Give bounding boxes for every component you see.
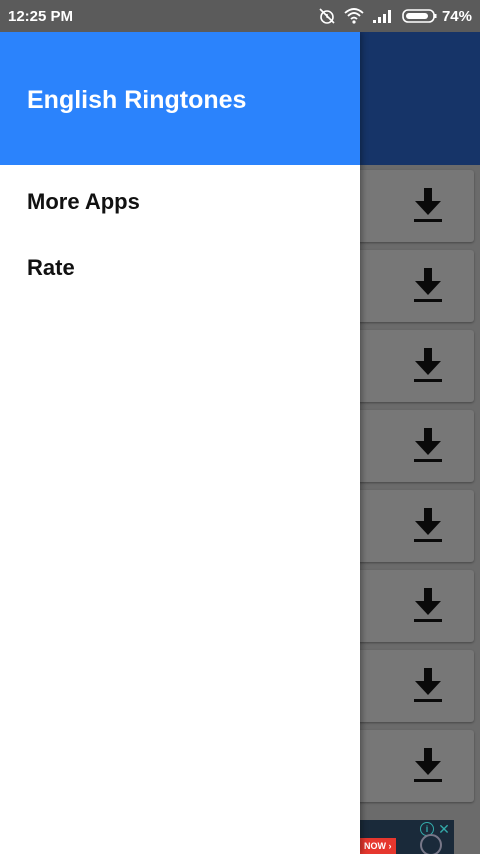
download-icon[interactable] <box>410 426 446 466</box>
signal-icon <box>372 8 394 24</box>
ad-cta[interactable]: NOW › <box>360 838 396 854</box>
status-bar: 12:25 PM 74% <box>0 0 480 32</box>
alarm-off-icon <box>318 7 336 25</box>
download-icon[interactable] <box>410 506 446 546</box>
drawer-title: English Ringtones <box>27 86 247 114</box>
download-icon[interactable] <box>410 586 446 626</box>
download-icon[interactable] <box>410 746 446 786</box>
ad-banner[interactable]: NOW › i ✕ <box>360 820 454 854</box>
battery-status: 74% <box>402 8 472 25</box>
menu-item-more-apps[interactable]: More Apps <box>0 169 360 235</box>
download-icon[interactable] <box>410 266 446 306</box>
menu-item-label: More Apps <box>27 189 140 214</box>
ad-play-icon <box>420 834 442 854</box>
battery-icon <box>402 9 437 23</box>
ad-close-icon[interactable]: ✕ <box>436 821 452 837</box>
download-icon[interactable] <box>410 346 446 386</box>
download-icon[interactable] <box>410 186 446 226</box>
drawer-header: English Ringtones <box>0 32 360 165</box>
status-icons: 74% <box>318 7 472 25</box>
menu-item-rate[interactable]: Rate <box>0 235 360 301</box>
navigation-drawer: English Ringtones More Apps Rate <box>0 32 360 854</box>
wifi-icon <box>344 8 364 24</box>
menu-item-label: Rate <box>27 255 75 280</box>
download-icon[interactable] <box>410 666 446 706</box>
drawer-menu: More Apps Rate <box>0 165 360 301</box>
battery-percent: 74% <box>441 7 472 25</box>
status-time: 12:25 PM <box>8 7 74 25</box>
